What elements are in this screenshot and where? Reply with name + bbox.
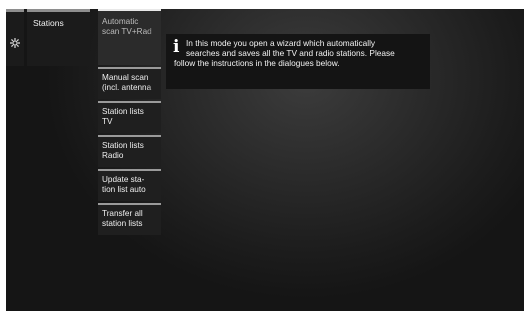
menu-item-automatic-scan[interactable]: Automatic scan TV+Rad — [98, 9, 161, 65]
info-panel: i In this mode you open a wizard which a… — [166, 34, 430, 89]
menu-item-line1: Update sta- — [102, 175, 145, 184]
info-text: In this mode you open a wizard which aut… — [174, 38, 424, 68]
menu-item-update-station-list[interactable]: Update sta- tion list auto — [98, 169, 161, 201]
text-fade — [147, 11, 161, 65]
menu-item-transfer-station-lists[interactable]: Transfer all station lists — [98, 203, 161, 235]
menu-item-station-lists-tv[interactable]: Station lists TV — [98, 101, 161, 133]
menu-item-line2: station lists — [102, 219, 143, 228]
breadcrumb-label: Stations — [33, 18, 64, 28]
breadcrumb-stations[interactable]: Stations — [27, 9, 90, 66]
menu-item-manual-scan[interactable]: Manual scan (incl. antenna — [98, 67, 161, 99]
menu-item-line2: Radio — [102, 151, 124, 160]
tv-screen: Stations Automatic scan TV+Rad Manual sc… — [6, 9, 524, 311]
stations-submenu: Automatic scan TV+Rad Manual scan (incl.… — [98, 9, 161, 237]
info-line-1: In this mode you open a wizard which aut… — [186, 38, 376, 48]
menu-item-line2: TV — [102, 117, 113, 126]
menu-item-line1: Station lists — [102, 107, 144, 116]
menu-item-line2: tion list auto — [102, 185, 146, 194]
menu-item-line1: Transfer all — [102, 209, 143, 218]
gear-icon — [8, 36, 22, 50]
breadcrumb-settings[interactable] — [6, 9, 24, 66]
text-fade — [147, 69, 161, 99]
menu-item-station-lists-radio[interactable]: Station lists Radio — [98, 135, 161, 167]
info-line-3: follow the instructions in the dialogues… — [174, 58, 340, 68]
menu-item-line1: Station lists — [102, 141, 144, 150]
info-icon: i — [173, 37, 180, 57]
info-line-2: searches and saves all the TV and radio … — [186, 48, 395, 58]
